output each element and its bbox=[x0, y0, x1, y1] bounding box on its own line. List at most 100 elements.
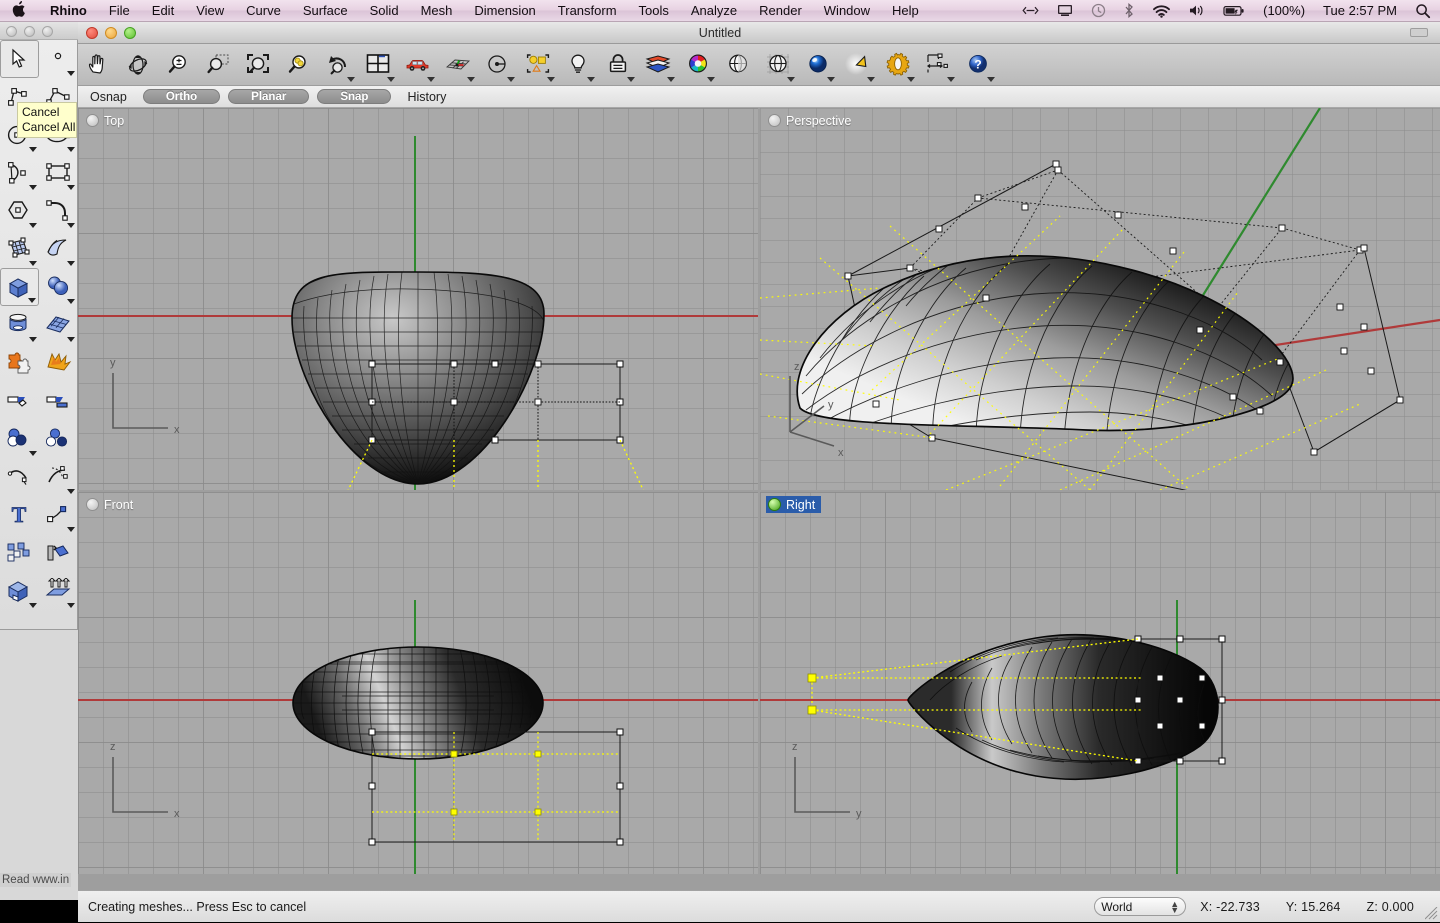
chevron-down-icon[interactable] bbox=[467, 76, 475, 82]
chevron-down-icon[interactable] bbox=[28, 337, 37, 342]
chevron-down-icon[interactable] bbox=[707, 76, 715, 82]
ortho-toggle[interactable]: Ortho bbox=[142, 89, 221, 104]
display-icon[interactable] bbox=[1048, 4, 1082, 17]
point-tool[interactable] bbox=[39, 40, 77, 78]
viewport-title-right[interactable]: Right bbox=[766, 496, 822, 513]
lock-object-icon[interactable] bbox=[598, 45, 638, 85]
array-tool[interactable] bbox=[0, 534, 39, 572]
zoom-window-icon[interactable] bbox=[198, 45, 238, 85]
viewport-title-front[interactable]: Front bbox=[84, 496, 139, 513]
chevron-down-icon[interactable] bbox=[827, 76, 835, 82]
resize-grip[interactable] bbox=[1424, 906, 1438, 920]
toolbar-collapse-button[interactable] bbox=[1410, 28, 1428, 37]
viewport-top[interactable]: y x Top bbox=[78, 108, 758, 490]
menu-rhino[interactable]: Rhino bbox=[39, 0, 98, 22]
surface-sweep-tool[interactable] bbox=[39, 230, 78, 268]
boolean-tool[interactable] bbox=[0, 344, 39, 382]
chevron-down-icon[interactable] bbox=[67, 527, 75, 532]
menu-help[interactable]: Help bbox=[881, 0, 930, 22]
chevron-down-icon[interactable] bbox=[67, 261, 75, 266]
side-zoom-button[interactable] bbox=[42, 26, 53, 37]
battery-icon[interactable] bbox=[1214, 5, 1254, 17]
chevron-down-icon[interactable] bbox=[387, 76, 395, 82]
chevron-down-icon[interactable] bbox=[587, 76, 595, 82]
text-tool[interactable]: T bbox=[0, 496, 39, 534]
boolean-union-tool[interactable] bbox=[0, 420, 39, 458]
menu-dimension[interactable]: Dimension bbox=[463, 0, 546, 22]
chevron-down-icon[interactable] bbox=[28, 603, 37, 608]
menu-analyze[interactable]: Analyze bbox=[680, 0, 748, 22]
menu-view[interactable]: View bbox=[185, 0, 235, 22]
spotlight-search-icon[interactable] bbox=[1406, 3, 1440, 19]
offset-curve-tool[interactable] bbox=[39, 458, 78, 496]
chevron-down-icon[interactable] bbox=[547, 76, 555, 82]
chevron-down-icon[interactable] bbox=[67, 603, 75, 608]
mirror-tool[interactable] bbox=[39, 534, 78, 572]
viewport-right[interactable]: z y Right bbox=[760, 492, 1440, 874]
cplane-grid-icon[interactable] bbox=[438, 45, 478, 85]
window-zoom-button[interactable] bbox=[124, 27, 136, 39]
menu-tools[interactable]: Tools bbox=[628, 0, 680, 22]
solid-boolean-tool[interactable] bbox=[0, 572, 39, 610]
menubar-clock[interactable]: Tue 2:57 PM bbox=[1314, 0, 1406, 22]
menu-window[interactable]: Window bbox=[813, 0, 881, 22]
chevron-down-icon[interactable] bbox=[67, 489, 75, 494]
fillet-curve-tool[interactable] bbox=[0, 458, 39, 496]
window-close-button[interactable] bbox=[86, 27, 98, 39]
viewport-perspective[interactable]: z y x Perspective bbox=[760, 108, 1440, 490]
explode-tool[interactable] bbox=[39, 344, 78, 382]
spotlight-cone-icon[interactable] bbox=[838, 45, 878, 85]
select-objects-icon[interactable] bbox=[518, 45, 558, 85]
side-minimize-button[interactable] bbox=[24, 26, 35, 37]
chevron-down-icon[interactable] bbox=[67, 337, 75, 342]
box-tool[interactable] bbox=[0, 268, 39, 306]
undo-view-icon[interactable] bbox=[318, 45, 358, 85]
extrude-tool[interactable] bbox=[39, 572, 78, 610]
boolean-difference-tool[interactable] bbox=[39, 420, 78, 458]
chevron-down-icon[interactable] bbox=[947, 76, 955, 82]
viewport-layout-icon[interactable] bbox=[358, 45, 398, 85]
polygon-tool[interactable] bbox=[0, 192, 39, 230]
rectangle-tool[interactable] bbox=[39, 154, 78, 192]
cylinder-tool[interactable] bbox=[0, 306, 39, 344]
chevron-down-icon[interactable] bbox=[27, 298, 36, 303]
chevron-down-icon[interactable] bbox=[667, 76, 675, 82]
chevron-down-icon[interactable] bbox=[67, 299, 75, 304]
history-label[interactable]: History bbox=[395, 90, 458, 104]
light-bulb-icon[interactable] bbox=[558, 45, 598, 85]
viewport-title-perspective[interactable]: Perspective bbox=[766, 112, 857, 129]
chevron-down-icon[interactable] bbox=[787, 76, 795, 82]
rotate-view-icon[interactable] bbox=[118, 45, 158, 85]
stepper-icon[interactable]: ▲ ▼ bbox=[1170, 900, 1179, 915]
wifi-icon[interactable] bbox=[1143, 4, 1180, 18]
chevron-down-icon[interactable] bbox=[67, 71, 75, 76]
polyline-edit-tool[interactable] bbox=[39, 496, 78, 534]
chevron-down-icon[interactable] bbox=[67, 185, 75, 190]
set-cplane-icon[interactable] bbox=[478, 45, 518, 85]
planar-toggle[interactable]: Planar bbox=[228, 89, 310, 104]
chevron-down-icon[interactable] bbox=[347, 76, 355, 82]
object-color-wheel-icon[interactable] bbox=[678, 45, 718, 85]
surface-tools-icon[interactable] bbox=[638, 45, 678, 85]
menu-curve[interactable]: Curve bbox=[235, 0, 292, 22]
zoom-icon[interactable] bbox=[158, 45, 198, 85]
wireframe-display-icon[interactable] bbox=[718, 45, 758, 85]
chevron-down-icon[interactable] bbox=[427, 76, 435, 82]
dimension-icon[interactable] bbox=[918, 45, 958, 85]
chevron-down-icon[interactable] bbox=[28, 451, 37, 456]
rendered-display-icon[interactable] bbox=[798, 45, 838, 85]
chevron-down-icon[interactable] bbox=[67, 147, 75, 152]
split-tool[interactable] bbox=[39, 382, 78, 420]
curve-fillet-tool[interactable] bbox=[39, 192, 78, 230]
select-arrow-tool[interactable] bbox=[0, 40, 39, 78]
shaded-display-icon[interactable] bbox=[758, 45, 798, 85]
surface-from-curves-tool[interactable] bbox=[0, 230, 39, 268]
snap-toggle[interactable]: Snap bbox=[317, 89, 392, 104]
chevron-down-icon[interactable] bbox=[28, 223, 37, 228]
arc-tool[interactable] bbox=[0, 154, 39, 192]
chevron-down-icon[interactable] bbox=[627, 76, 635, 82]
mesh-plane-tool[interactable] bbox=[39, 306, 78, 344]
time-machine-icon[interactable] bbox=[1082, 3, 1115, 18]
menu-solid[interactable]: Solid bbox=[359, 0, 410, 22]
chevron-down-icon[interactable] bbox=[507, 76, 515, 82]
